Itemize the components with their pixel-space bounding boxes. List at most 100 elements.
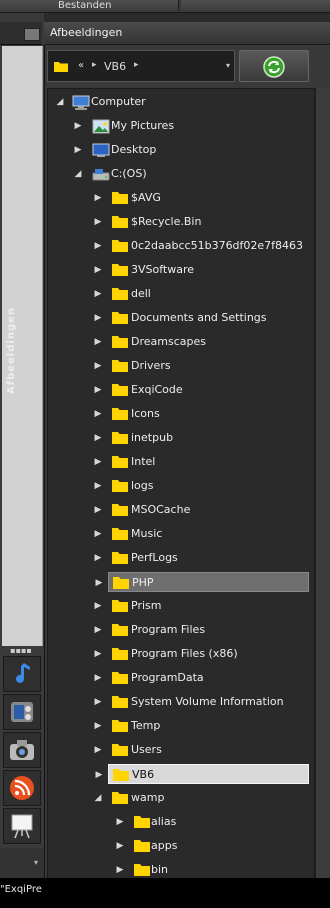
camera-icon[interactable]	[3, 732, 41, 768]
tree-item-folder[interactable]: ▶ dell	[90, 284, 309, 304]
refresh-button[interactable]	[239, 50, 309, 82]
expand-arrow-icon[interactable]: ▶	[92, 452, 104, 472]
expand-arrow-icon[interactable]: ▶	[114, 860, 126, 880]
tree-item-folder[interactable]: ▶ alias	[112, 812, 309, 832]
tree-item-folder[interactable]: ▶ $Recycle.Bin	[90, 212, 309, 232]
folder-tree[interactable]	[47, 88, 315, 908]
expand-arrow-icon[interactable]: ▶	[92, 260, 104, 280]
expand-arrow-icon[interactable]: ▶	[92, 380, 104, 400]
tree-item-label: ExqiCode	[131, 383, 183, 396]
folder-icon	[112, 671, 128, 691]
status-bar: "ExqiPre	[0, 878, 330, 908]
expand-arrow-icon[interactable]: ▶	[92, 236, 104, 256]
tree-item-folder[interactable]: ▶ PHP	[96, 572, 309, 592]
expand-arrow-icon[interactable]: ▶	[92, 356, 104, 376]
tree-item-folder[interactable]: ▶ Music	[90, 524, 309, 544]
tree-item-folder[interactable]: ▶ 3VSoftware	[90, 260, 309, 280]
tree-item-label: MSOCache	[131, 503, 191, 516]
tree-item-folder[interactable]: ▶ 0c2daabcc51b376df02e7f8463	[90, 236, 309, 256]
tree-item-label: ProgramData	[131, 671, 204, 684]
tree-item-folder[interactable]: ▶ logs	[90, 476, 309, 496]
scrollbar[interactable]	[315, 88, 330, 878]
collapse-arrow-icon[interactable]: ◢	[72, 164, 84, 184]
tree-item-drive[interactable]: ◢ C:(OS)	[70, 164, 309, 184]
collapse-arrow-icon[interactable]: ◢	[54, 92, 66, 112]
tree-item-folder[interactable]: ◢ wamp	[90, 788, 309, 808]
refresh-icon	[263, 56, 285, 78]
tree-item-folder[interactable]: ▶ Temp	[90, 716, 309, 736]
expand-arrow-icon[interactable]: ▶	[92, 428, 104, 448]
tree-item-folder[interactable]: ▶ Users	[90, 740, 309, 760]
expand-arrow-icon[interactable]: ▶	[92, 212, 104, 232]
resize-grip[interactable]: ▪▪▪▪	[10, 647, 32, 655]
tree-item-label: wamp	[131, 791, 165, 804]
media-player-icon[interactable]	[3, 694, 41, 730]
expand-arrow-icon[interactable]: ▶	[92, 596, 104, 616]
chevron-right-icon[interactable]: ▸	[134, 60, 139, 70]
tree-item-folder[interactable]: ▶ Documents and Settings	[90, 308, 309, 328]
tree-item-computer[interactable]: ◢ Computer	[52, 92, 309, 112]
expand-arrow-icon[interactable]: ▶	[92, 668, 104, 688]
rss-icon[interactable]	[3, 770, 41, 806]
tree-item-folder[interactable]: ▶ MSOCache	[90, 500, 309, 520]
tree-item-label: Users	[131, 743, 162, 756]
chevron-down-icon[interactable]: ▾	[226, 61, 230, 70]
expand-arrow-icon[interactable]: ▶	[92, 620, 104, 640]
expand-arrow-icon[interactable]: ▶	[92, 500, 104, 520]
expand-arrow-icon[interactable]: ▶	[92, 524, 104, 544]
expand-arrow-icon[interactable]: ▶	[93, 765, 105, 785]
expand-arrow-icon[interactable]: ▶	[92, 548, 104, 568]
folder-icon	[112, 479, 128, 499]
expand-arrow-icon[interactable]: ▶	[92, 308, 104, 328]
expand-arrow-icon[interactable]: ▶	[93, 573, 105, 593]
tree-item-folder[interactable]: ▶ ExqiCode	[90, 380, 309, 400]
tree-item-folder[interactable]: ▶ Drivers	[90, 356, 309, 376]
expand-arrow-icon[interactable]: ▶	[92, 740, 104, 760]
tree-item-folder[interactable]: ▶ bin	[112, 860, 309, 880]
folder-icon	[112, 695, 128, 715]
path-breadcrumb[interactable]: « ▸ VB6 ▸ ▾	[47, 50, 235, 82]
expand-arrow-icon[interactable]: ▶	[92, 476, 104, 496]
tree-item-folder[interactable]: ▶ Icons	[90, 404, 309, 424]
tree-item-label: Documents and Settings	[131, 311, 267, 324]
expand-arrow-icon[interactable]: ▶	[92, 404, 104, 424]
tree-item[interactable]: ▶ Desktop	[70, 140, 309, 160]
tree-item[interactable]: ▶ My Pictures	[70, 116, 309, 136]
expand-arrow-icon[interactable]: ▶	[92, 284, 104, 304]
expand-arrow-icon[interactable]: ▶	[72, 140, 84, 160]
tab-secondary[interactable]	[181, 0, 330, 11]
tree-item-folder[interactable]: ▶ PerfLogs	[90, 548, 309, 568]
expand-arrow-icon[interactable]: ▶	[92, 692, 104, 712]
breadcrumb-back[interactable]: «	[78, 60, 84, 71]
expand-arrow-icon[interactable]: ▶	[114, 836, 126, 856]
collapse-arrow-icon[interactable]: ◢	[92, 788, 104, 808]
tree-item-folder[interactable]: ▶ Program Files	[90, 620, 309, 640]
folder-icon	[112, 623, 128, 643]
folder-icon	[112, 599, 128, 619]
tree-item-label: $Recycle.Bin	[131, 215, 202, 228]
tree-item-folder[interactable]: ▶ Program Files (x86)	[90, 644, 309, 664]
expand-arrow-icon[interactable]: ▶	[92, 716, 104, 736]
tree-item-folder[interactable]: ▶ Intel	[90, 452, 309, 472]
expand-arrow-icon[interactable]: ▶	[92, 644, 104, 664]
presentation-board-icon[interactable]	[3, 808, 41, 844]
tab-bestanden[interactable]: Bestanden	[0, 0, 179, 11]
pin-button[interactable]	[24, 28, 40, 41]
tree-item-folder[interactable]: ▶ apps	[112, 836, 309, 856]
tree-item-folder[interactable]: ▶ $AVG	[90, 188, 309, 208]
drive-icon	[92, 167, 110, 189]
expand-arrow-icon[interactable]: ▶	[92, 188, 104, 208]
tree-item-folder[interactable]: ▶ System Volume Information	[90, 692, 309, 712]
tree-item-folder[interactable]: ▶ Dreamscapes	[90, 332, 309, 352]
tree-item-folder[interactable]: ▶ Prism	[90, 596, 309, 616]
folder-icon	[112, 263, 128, 283]
tree-item-folder[interactable]: ▶ inetpub	[90, 428, 309, 448]
expand-arrow-icon[interactable]: ▶	[72, 116, 84, 136]
expand-arrow-icon[interactable]: ▶	[92, 332, 104, 352]
music-note-icon[interactable]	[3, 656, 41, 692]
tree-item-folder[interactable]: ▶ VB6	[96, 764, 309, 784]
breadcrumb-segment[interactable]: VB6	[104, 60, 126, 73]
expand-arrow-icon[interactable]: ▶	[114, 812, 126, 832]
tree-item-folder[interactable]: ▶ ProgramData	[90, 668, 309, 688]
chevron-down-icon[interactable]: ▾	[34, 858, 38, 867]
